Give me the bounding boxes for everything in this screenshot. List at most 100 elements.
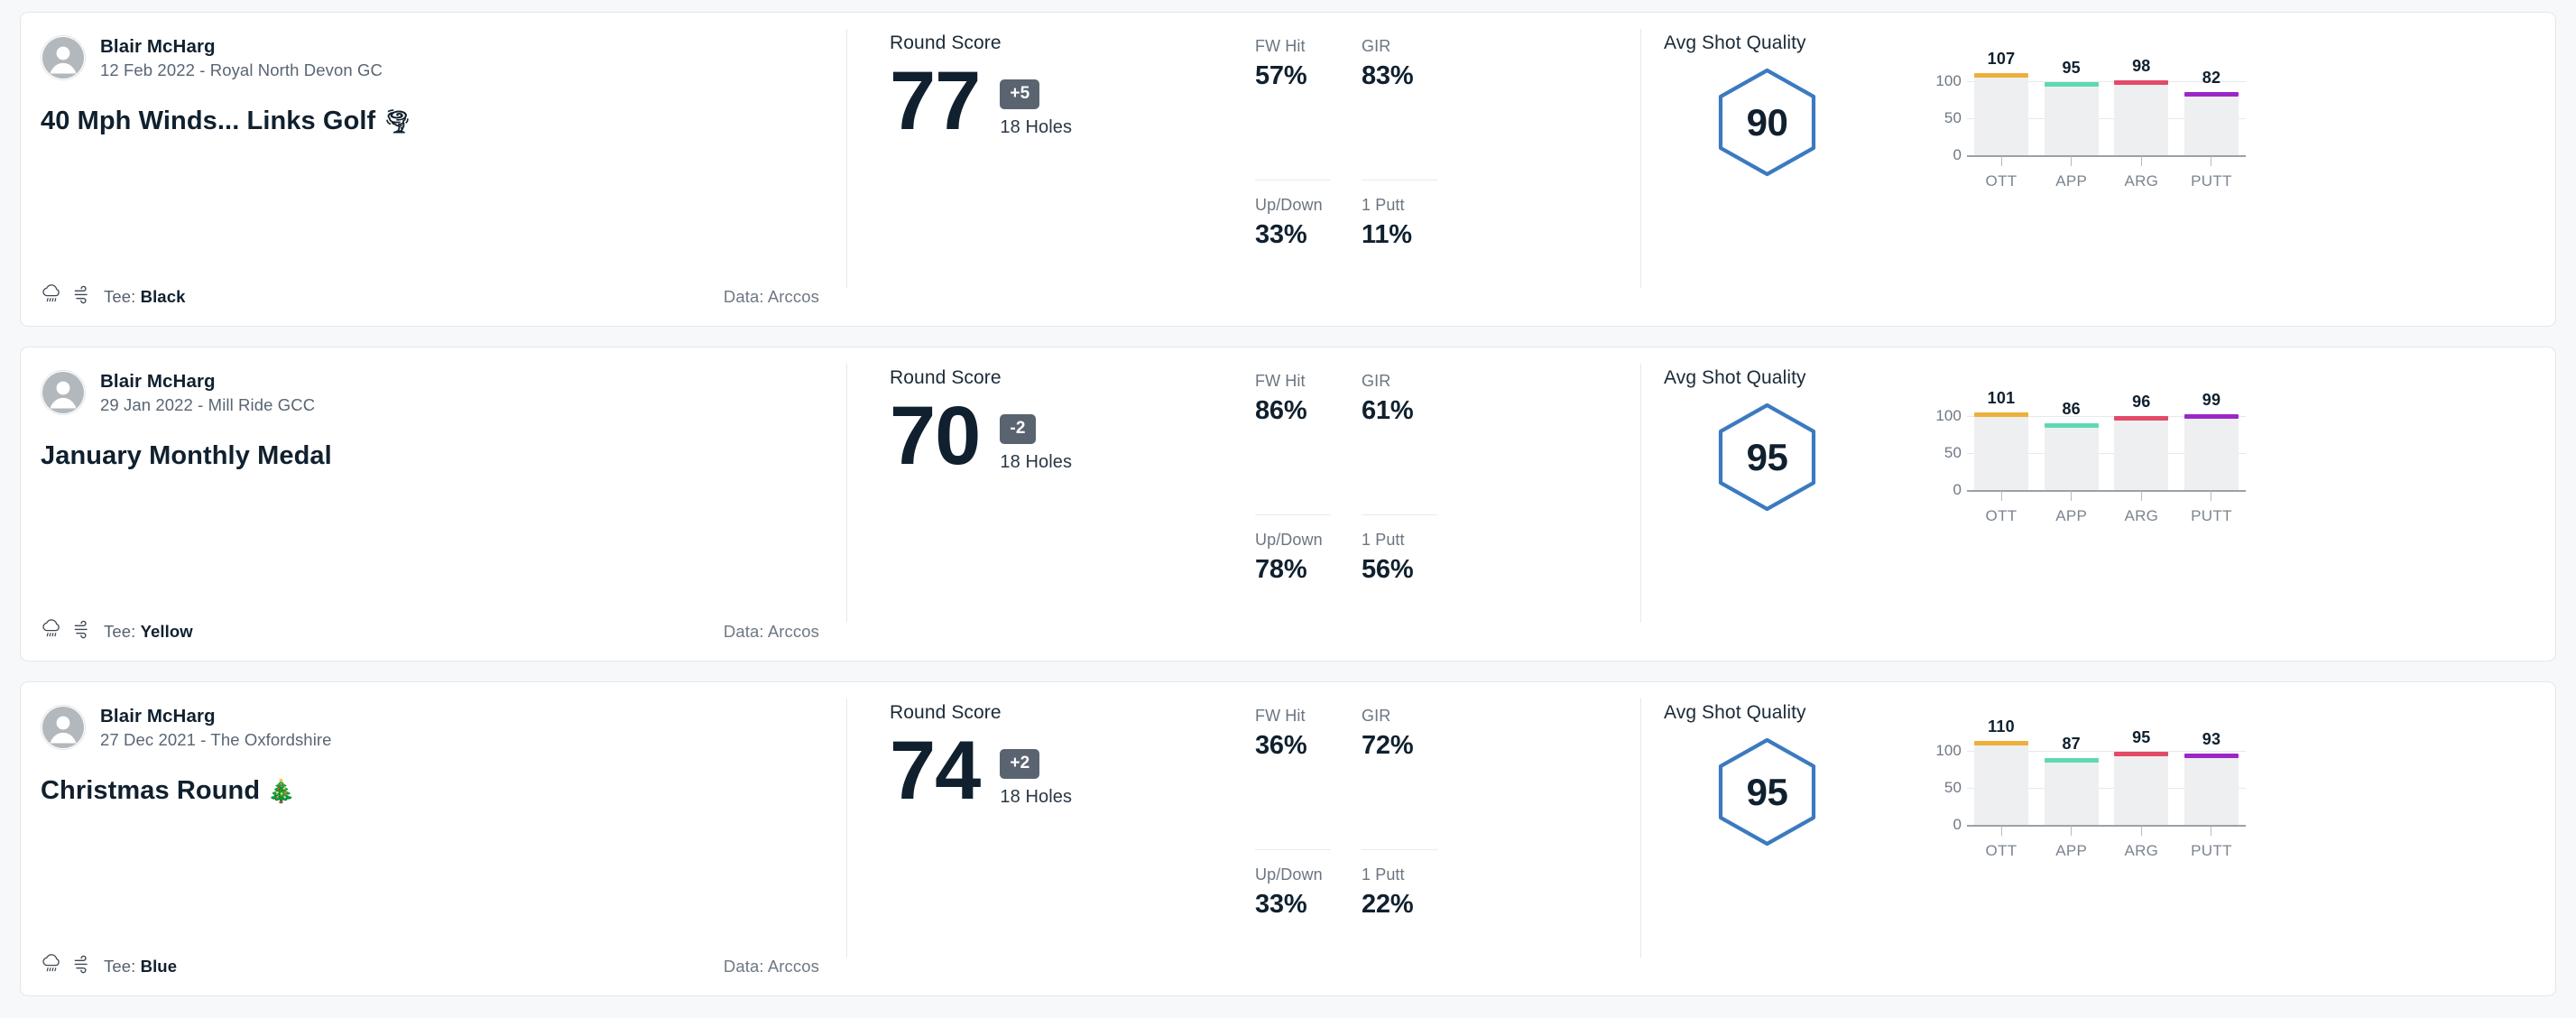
stat-up-down: Up/Down 78% <box>1255 515 1331 662</box>
x-tick-mark-putt <box>2184 826 2239 837</box>
round-card-2[interactable]: Blair McHarg 29 Jan 2022 - Mill Ride GCC… <box>20 347 2556 662</box>
round-title: January Monthly Medal <box>41 441 819 471</box>
x-tick-mark-arg <box>2114 156 2168 167</box>
x-label-putt: PUTT <box>2191 507 2232 524</box>
y-tick-50: 50 <box>1944 779 1962 796</box>
round-card-3[interactable]: Blair McHarg 27 Dec 2021 - The Oxfordshi… <box>20 681 2556 996</box>
bar-cap-ott <box>1974 73 2028 78</box>
round-title-text: 40 Mph Winds... Links Golf <box>41 106 376 135</box>
holes-played-label: 18 Holes <box>1000 452 1073 472</box>
bar-track <box>2114 754 2169 825</box>
round-score-label: Round Score <box>890 367 1002 388</box>
stat-gir-label: GIR <box>1362 372 1391 390</box>
bar-cap-ott <box>1974 412 2028 417</box>
x-tick-mark-ott <box>1974 826 2028 837</box>
y-tick-0: 0 <box>1953 816 1962 833</box>
wind-icon <box>71 953 94 980</box>
stat-one-putt-label: 1 Putt <box>1362 195 1405 214</box>
chart-bar-ott: 101 <box>1974 389 2028 490</box>
player-name: Blair McHarg <box>100 35 216 57</box>
chart-plot-area: 107 95 98 82 OTT APP ARG PUTT <box>1967 50 2246 194</box>
x-tick-mark-app <box>2045 156 2099 167</box>
stat-one-putt-value: 56% <box>1362 554 1414 584</box>
round-title-text: Christmas Round <box>41 776 261 805</box>
round-score-section: Round Score 74 +2 18 Holes FW Hit 36% GI… <box>846 682 1640 995</box>
stat-fw-hit-value: 86% <box>1255 396 1307 425</box>
bar-track <box>2114 83 2169 155</box>
x-label-arg: ARG <box>2124 842 2159 859</box>
chart-bar-arg: 95 <box>2114 726 2169 825</box>
x-tick-mark-ott <box>1974 491 2028 502</box>
stat-up-down-value: 78% <box>1255 554 1307 584</box>
y-tick-100: 100 <box>1935 72 1962 89</box>
chart-y-axis: 100 50 0 <box>1925 742 1967 833</box>
round-score-value: 70 <box>890 390 981 482</box>
stat-gir: GIR 61% <box>1362 372 1437 515</box>
bar-cap-app <box>2044 82 2099 87</box>
player-name: Blair McHarg <box>100 370 216 392</box>
chart-bars: 101 86 96 99 <box>1967 389 2246 490</box>
x-label-ott: OTT <box>1985 507 2017 524</box>
chart-bar-app: 86 <box>2044 391 2099 490</box>
bar-cap-putt <box>2184 414 2239 419</box>
round-footer: Tee: Blue Data: Arccos <box>41 938 819 995</box>
avg-shot-quality-label: Avg Shot Quality <box>1664 32 1806 53</box>
bar-track <box>1974 744 2028 825</box>
round-stats-grid: FW Hit 86% GIR 61% Up/Down 78% 1 Putt 56… <box>1255 367 1437 661</box>
chart-bar-ott: 110 <box>1974 717 2028 825</box>
chart-bar-putt: 99 <box>2184 391 2239 490</box>
bar-track <box>2114 419 2169 490</box>
round-card-1[interactable]: Blair McHarg 12 Feb 2022 - Royal North D… <box>20 12 2556 327</box>
avg-shot-quality-value: 95 <box>1746 770 1788 813</box>
tee-label: Tee: Blue <box>104 957 178 976</box>
round-score-label: Round Score <box>890 702 1002 723</box>
rain-cloud-icon <box>41 953 63 980</box>
bar-value-putt: 93 <box>2202 730 2221 748</box>
chart-x-ticks <box>1967 491 2246 502</box>
round-title-text: January Monthly Medal <box>41 441 332 470</box>
x-tick-mark-putt <box>2184 491 2239 502</box>
bar-track <box>2184 756 2239 825</box>
chart-bars: 107 95 98 82 <box>1967 50 2246 155</box>
bar-value-app: 87 <box>2062 735 2081 753</box>
stat-fw-hit-label: FW Hit <box>1255 707 1306 725</box>
shot-quality-badge-block: Avg Shot Quality 90 <box>1664 32 1925 326</box>
stat-up-down-value: 33% <box>1255 219 1307 249</box>
round-footer: Tee: Black Data: Arccos <box>41 268 819 326</box>
stat-one-putt-label: 1 Putt <box>1362 530 1405 549</box>
shot-quality-badge-block: Avg Shot Quality 95 <box>1664 367 1925 661</box>
weather-tee-group: Tee: Black <box>41 283 185 310</box>
stat-gir: GIR 72% <box>1362 707 1437 850</box>
shot-quality-hexagon: 90 <box>1712 67 1823 178</box>
tee-label: Tee: Yellow <box>104 622 193 641</box>
round-stats-grid: FW Hit 36% GIR 72% Up/Down 33% 1 Putt 22… <box>1255 702 1437 995</box>
chart-bar-arg: 96 <box>2114 391 2169 490</box>
rain-cloud-icon <box>41 283 63 310</box>
data-source-label: Data: Arccos <box>723 287 819 306</box>
round-score-section: Round Score 70 -2 18 Holes FW Hit 86% GI… <box>846 347 1640 661</box>
user-avatar-icon <box>41 705 86 750</box>
x-label-app: APP <box>2055 507 2088 524</box>
stat-gir: GIR 83% <box>1362 37 1437 180</box>
bar-track <box>1974 76 2028 155</box>
chart-bar-ott: 107 <box>1974 50 2028 155</box>
stat-up-down: Up/Down 33% <box>1255 850 1331 996</box>
bar-cap-arg <box>2114 416 2169 421</box>
bar-track <box>2184 417 2239 490</box>
round-footer: Tee: Yellow Data: Arccos <box>41 603 819 661</box>
chart-bar-putt: 93 <box>2184 726 2239 825</box>
player-name: Blair McHarg <box>100 705 216 726</box>
round-info-section: Blair McHarg 29 Jan 2022 - Mill Ride GCC… <box>21 347 846 661</box>
bar-cap-ott <box>1974 741 2028 745</box>
user-avatar-icon <box>41 35 86 80</box>
holes-played-label: 18 Holes <box>1000 117 1073 137</box>
round-title: 40 Mph Winds... Links Golf 🌪 <box>41 106 819 136</box>
round-stats-grid: FW Hit 57% GIR 83% Up/Down 33% 1 Putt 11… <box>1255 32 1437 326</box>
shot-quality-chart: 100 50 0 110 87 95 93 OTT APP ARG PUTT <box>1925 702 2555 995</box>
x-label-arg: ARG <box>2124 172 2159 190</box>
round-score-section: Round Score 77 +5 18 Holes FW Hit 57% GI… <box>846 13 1640 326</box>
chart-y-axis: 100 50 0 <box>1925 407 1967 498</box>
chart-bar-app: 95 <box>2044 56 2099 155</box>
round-info-section: Blair McHarg 27 Dec 2021 - The Oxfordshi… <box>21 682 846 995</box>
x-label-app: APP <box>2055 172 2088 190</box>
